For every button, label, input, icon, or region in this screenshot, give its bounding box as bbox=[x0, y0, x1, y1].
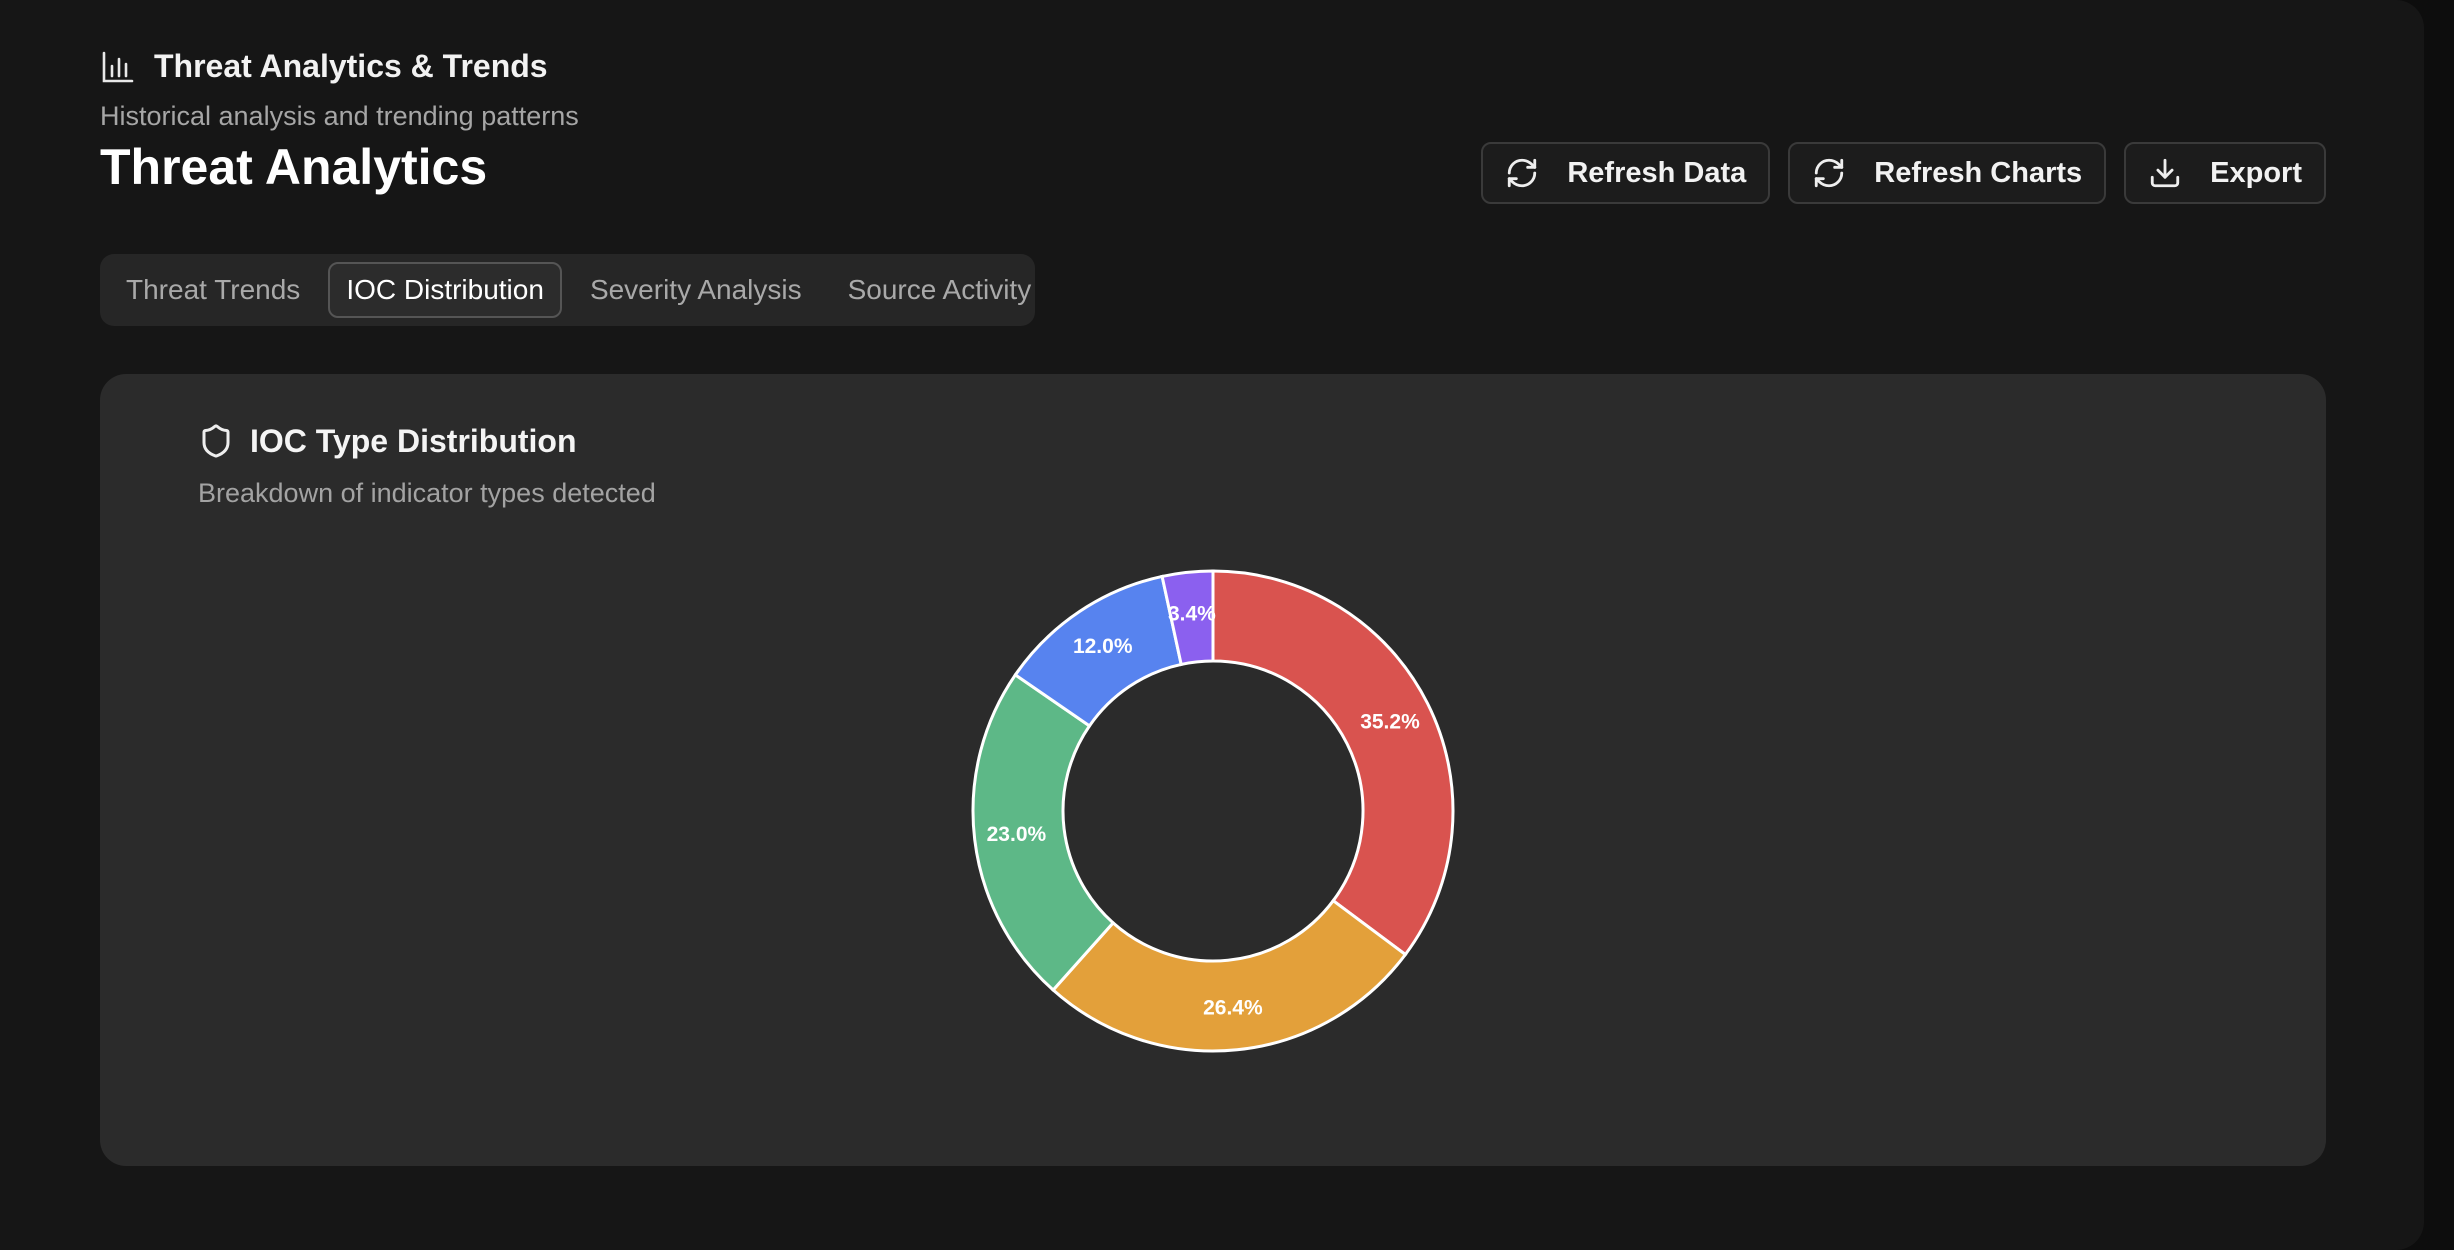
page-header: Threat Analytics & Trends Historical ana… bbox=[100, 48, 579, 196]
refresh-data-label: Refresh Data bbox=[1567, 156, 1747, 189]
donut-slice-label-4: 3.4% bbox=[1168, 603, 1216, 626]
app-subtitle: Historical analysis and trending pattern… bbox=[100, 101, 579, 131]
download-icon bbox=[2148, 156, 2182, 190]
tab-bar: Threat Trends IOC Distribution Severity … bbox=[100, 254, 1035, 326]
refresh-charts-label: Refresh Charts bbox=[1874, 156, 2083, 189]
donut-slice-label-1: 26.4% bbox=[1203, 997, 1263, 1020]
donut-slice-label-2: 23.0% bbox=[987, 823, 1047, 846]
shield-icon bbox=[198, 422, 234, 460]
card-title: IOC Type Distribution bbox=[250, 422, 577, 459]
card-header: IOC Type Distribution Breakdown of indic… bbox=[198, 422, 656, 509]
ioc-donut-chart: 35.2% 26.4% 23.0% 12.0% 3.4% bbox=[971, 569, 1455, 1053]
bar-chart-icon bbox=[100, 49, 136, 85]
tab-severity-analysis[interactable]: Severity Analysis bbox=[572, 262, 820, 318]
toolbar: Refresh Data Refresh Charts Export bbox=[1481, 142, 2326, 204]
card-subtitle: Breakdown of indicator types detected bbox=[198, 478, 656, 508]
refresh-data-button[interactable]: Refresh Data bbox=[1481, 142, 1771, 204]
tab-threat-trends[interactable]: Threat Trends bbox=[108, 262, 318, 318]
ioc-distribution-card: IOC Type Distribution Breakdown of indic… bbox=[100, 374, 2326, 1166]
donut-slice-label-0: 35.2% bbox=[1360, 711, 1420, 734]
card-title-row: IOC Type Distribution bbox=[198, 422, 656, 460]
refresh-icon bbox=[1812, 156, 1846, 190]
app-window: Threat Analytics & Trends Historical ana… bbox=[0, 0, 2424, 1250]
refresh-icon bbox=[1505, 156, 1539, 190]
tab-ioc-distribution[interactable]: IOC Distribution bbox=[328, 262, 562, 318]
page-title: Threat Analytics bbox=[100, 139, 488, 195]
app-title-row: Threat Analytics & Trends bbox=[100, 48, 579, 85]
export-button[interactable]: Export bbox=[2124, 142, 2326, 204]
donut-slice-label-3: 12.0% bbox=[1073, 635, 1133, 658]
refresh-charts-button[interactable]: Refresh Charts bbox=[1788, 142, 2107, 204]
app-title: Threat Analytics & Trends bbox=[154, 48, 548, 84]
donut-slice-0[interactable] bbox=[1211, 569, 1455, 957]
tab-source-activity[interactable]: Source Activity bbox=[830, 262, 1050, 318]
export-label: Export bbox=[2210, 156, 2302, 189]
